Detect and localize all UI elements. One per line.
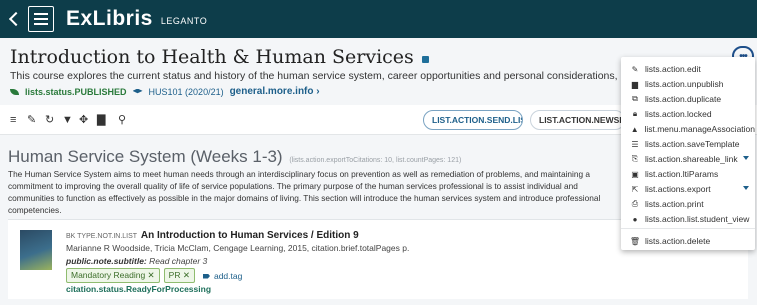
top-bar: ExLibris LEGANTO	[0, 0, 757, 38]
duplicate-icon: ⧉	[632, 94, 638, 103]
back-icon[interactable]	[6, 0, 24, 38]
citation-authors: Marianne R Woodside, Tricia McClam, Ceng…	[66, 243, 410, 253]
menu-item-student-view[interactable]: ● lists.action.list.student_view	[621, 212, 755, 226]
document-icon: ▆	[631, 79, 639, 89]
search-icon[interactable]: ⚲	[118, 115, 126, 126]
status-badge: lists.status.PUBLISHED	[25, 86, 127, 97]
book-cover-thumbnail[interactable]	[20, 230, 52, 270]
citation-status: citation.status.ReadyForProcessing	[66, 284, 212, 294]
user-icon: ●	[632, 214, 638, 224]
graduation-cap-icon: ▲	[630, 124, 639, 134]
public-note-value: Read chapter 3	[149, 256, 208, 266]
trash-icon: 🗑︎	[629, 236, 641, 246]
tag-pr[interactable]: PR ✕	[163, 268, 195, 283]
menu-divider	[621, 228, 755, 229]
menu-item-export[interactable]: ⇱ list.actions.export	[621, 182, 755, 196]
refresh-icon[interactable]: ↻	[45, 115, 54, 126]
chevron-down-icon[interactable]	[743, 186, 749, 190]
menu-item-manage-association[interactable]: ▲ list.menu.manageAssociation	[621, 122, 755, 136]
section-title-text: Human Service System (Weeks 1-3)	[8, 147, 283, 166]
new-section-button[interactable]: LIST.ACTION.NEWSECTIO	[530, 110, 625, 130]
list-icon[interactable]: ≡	[10, 115, 16, 126]
section-title: Human Service System (Weeks 1-3) (lists.…	[8, 147, 461, 167]
lti-icon: ▣	[631, 169, 639, 179]
tag-list: Mandatory Reading ✕ PR ✕ add.tag	[66, 268, 242, 283]
citation-type: BK TYPE.NOT.IN.LIST	[66, 233, 137, 240]
export-icon: ⇱	[631, 184, 639, 194]
menu-item-locked[interactable]: 🔒︎ lists.action.locked	[621, 107, 755, 121]
graduation-cap-icon	[132, 88, 143, 94]
section-meta: (lists.action.exportToCitations: 10, lis…	[289, 157, 462, 164]
menu-item-duplicate[interactable]: ⧉ lists.action.duplicate	[621, 92, 755, 106]
hamburger-menu-icon[interactable]	[28, 6, 54, 32]
copy-icon: ⎘	[631, 154, 639, 163]
leaf-icon	[10, 88, 19, 95]
list-icon: ☰	[631, 139, 639, 149]
menu-item-save-template[interactable]: ☰ lists.action.saveTemplate	[621, 137, 755, 151]
citation-title[interactable]: An Introduction to Human Services / Edit…	[141, 230, 359, 241]
citation-header: BK TYPE.NOT.IN.LIST An Introduction to H…	[66, 230, 359, 241]
course-description: This course explores the current status …	[10, 70, 620, 82]
menu-item-print[interactable]: ⎙ lists.action.print	[621, 197, 755, 211]
more-actions-menu: ✎ lists.action.edit ▆ lists.action.unpubli…	[621, 57, 755, 250]
copy-link-icon[interactable]	[421, 56, 429, 63]
more-info-link[interactable]: general.more.info ›	[230, 86, 320, 97]
list-meta: lists.status.PUBLISHED HUS101 (2020/21) …	[10, 86, 320, 97]
send-list-button[interactable]: LIST.ACTION.SEND.LIST	[423, 110, 523, 130]
analytics-icon[interactable]: ▇	[97, 115, 105, 126]
section-description: The Human Service System aims to meet hu…	[8, 169, 601, 215]
menu-item-edit[interactable]: ✎ lists.action.edit	[621, 62, 755, 76]
page-title-text: Introduction to Health & Human Services	[10, 46, 414, 68]
add-tag-link[interactable]: add.tag	[203, 271, 242, 281]
menu-item-shareable-link[interactable]: ⎘ list.action.shareable_link	[621, 152, 755, 166]
lock-icon: 🔒︎	[632, 109, 638, 118]
chevron-down-icon[interactable]	[743, 156, 749, 160]
product-name: LEGANTO	[160, 16, 208, 26]
pencil-icon: ✎	[631, 64, 639, 74]
menu-item-lti-params[interactable]: ▣ list.action.ltiParams	[621, 167, 755, 181]
print-icon: ⎙	[631, 199, 639, 208]
tag-mandatory-reading[interactable]: Mandatory Reading ✕	[66, 268, 160, 283]
menu-item-delete[interactable]: 🗑︎ lists.action.delete	[621, 234, 755, 248]
filter-icon[interactable]: ▼	[62, 115, 73, 126]
page-title: Introduction to Health & Human Services	[10, 46, 429, 68]
course-code: HUS101 (2020/21)	[148, 86, 224, 97]
public-note-label: public.note.subtitle:	[66, 256, 147, 266]
exlibris-logo: ExLibris	[66, 7, 153, 30]
collapse-icon[interactable]: ✥	[79, 115, 88, 126]
public-note: public.note.subtitle: Read chapter 3	[66, 256, 207, 266]
edit-icon[interactable]: ✎	[27, 115, 36, 126]
menu-item-unpublish[interactable]: ▆ lists.action.unpublish	[621, 77, 755, 91]
